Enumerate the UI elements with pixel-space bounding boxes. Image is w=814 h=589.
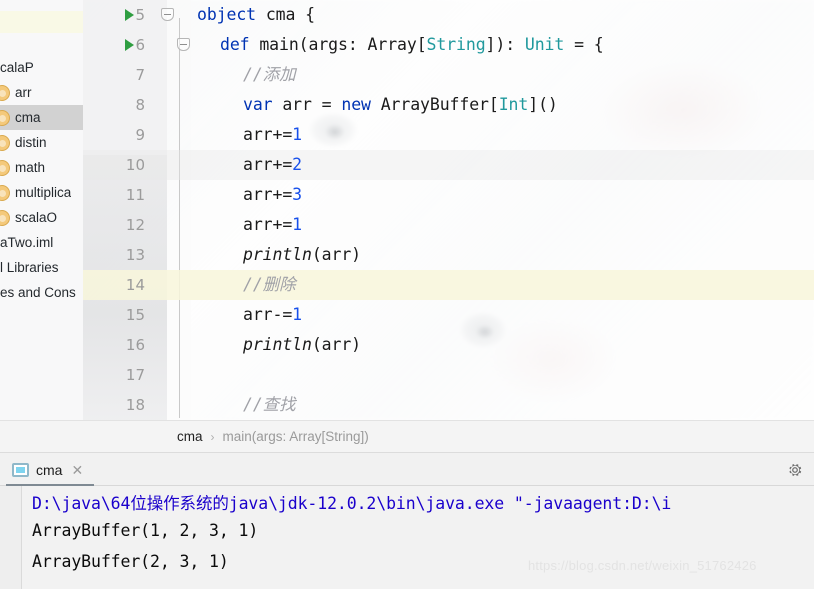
console-command-line: D:\java\64位操作系统的java\jdk-12.0.2\bin\java… [32,494,672,513]
sidebar-item-label: math [15,160,46,175]
breadcrumb-left-padding [0,420,83,453]
code-text: object cma { [197,5,316,24]
line-number: 6 [135,36,145,54]
editor-area[interactable]: 5 object cma { 6 def main(args: Array[Strin… [83,0,814,420]
line-number: 12 [125,216,145,234]
sidebar-item-label: es and Cons [0,285,76,300]
idea-window: calaP arr cma distin math multiplica scalaO aTw… [0,0,814,589]
code-line[interactable]: 14 //删除 [83,270,814,300]
sidebar-item-calap[interactable]: calaP [0,55,83,80]
run-tab-label: cma [36,461,63,478]
code-line[interactable]: 9 arr+=1 [83,120,814,150]
code-line[interactable]: 16 println(arr) [83,330,814,360]
code-line[interactable]: 11 arr+=3 [83,180,814,210]
close-icon[interactable]: ✕ [71,463,83,477]
console-output[interactable]: D:\java\64位操作系统的java\jdk-12.0.2\bin\java… [22,486,814,589]
run-tab-cma[interactable]: cma ✕ [8,453,93,486]
run-tab-strip: cma ✕ [0,453,814,486]
scala-object-icon [0,109,10,126]
code-line[interactable]: 8 var arr = new ArrayBuffer[Int]() [83,90,814,120]
run-gutter-icon[interactable] [125,9,134,21]
code-line[interactable]: 15 arr-=1 [83,300,814,330]
console-output-line: ArrayBuffer(1, 2, 3, 1) [32,521,259,540]
breadcrumb-object[interactable]: cma [177,429,203,444]
code-text: println(arr) [243,335,362,354]
code-text: var arr = new ArrayBuffer[Int]() [243,95,558,114]
gear-icon[interactable] [786,461,804,479]
sidebar-item-atwo-iml[interactable]: aTwo.iml [0,230,83,255]
line-number: 8 [135,96,145,114]
console-output-line: ArrayBuffer(2, 3, 1) [32,552,229,571]
sidebar-item-multiplica[interactable]: multiplica [0,180,83,205]
sidebar-item-label: arr [15,85,32,100]
scala-object-icon [0,159,10,176]
chevron-right-icon: › [210,429,215,444]
code-text: //查找 [243,395,296,414]
code-line[interactable]: 17 [83,360,814,390]
run-window-left-toolbar[interactable] [0,486,22,589]
code-text: arr+=3 [243,185,303,204]
code-text: //删除 [243,275,296,294]
sidebar-item-label: aTwo.iml [0,235,54,250]
code-text: arr+=1 [243,125,303,144]
scala-object-icon [0,184,10,201]
run-configuration-icon [12,462,29,477]
sidebar-item-label: multiplica [15,185,72,200]
sidebar-item-label: cma [15,110,41,125]
line-number: 16 [125,336,145,354]
code-line[interactable]: 13 println(arr) [83,240,814,270]
code-line[interactable]: 18 //查找 [83,390,814,420]
code-text: def main(args: Array[String]): Unit = { [220,35,604,54]
code-text: arr-=1 [243,305,303,324]
sidebar-item-label: l Libraries [0,260,59,275]
line-number: 18 [125,396,145,414]
line-number: 13 [125,246,145,264]
sidebar-item-l-libraries[interactable]: l Libraries [0,255,83,280]
line-number: 10 [125,156,145,174]
code-text: arr+=2 [243,155,303,174]
scala-object-icon [0,84,10,101]
fold-collapse-icon[interactable] [177,38,190,51]
sidebar-item-scalao[interactable]: scalaO [0,205,83,230]
sidebar-item-label: distin [15,135,47,150]
sidebar-item-arr[interactable]: arr [0,80,83,105]
line-number: 7 [135,66,145,84]
sidebar-item-label: scalaO [15,210,58,225]
fold-collapse-icon[interactable] [161,8,174,21]
code-line[interactable]: 12 arr+=1 [83,210,814,240]
scala-object-icon [0,209,10,226]
watermark-text: https://blog.csdn.net/weixin_51762426 [528,558,757,573]
sidebar-item-es-and-cons[interactable]: es and Cons [0,280,83,305]
run-gutter-icon[interactable] [125,39,134,51]
breadcrumb[interactable]: cma › main(args: Array[String]) [83,420,814,453]
sidebar-item-label: calaP [0,60,34,75]
code-text: println(arr) [243,245,362,264]
line-number: 14 [125,276,145,294]
line-number: 5 [135,6,145,24]
line-number: 11 [125,186,145,204]
project-sidebar[interactable]: calaP arr cma distin math multiplica scalaO aTw… [0,0,83,436]
code-line[interactable]: 6 def main(args: Array[String]): Unit = { [83,30,814,60]
line-number: 9 [135,126,145,144]
code-line[interactable]: 10 arr+=2 [83,150,814,180]
code-line[interactable]: 7 //添加 [83,60,814,90]
project-tree-list[interactable]: calaP arr cma distin math multiplica scalaO aTw… [0,55,83,305]
breadcrumb-method[interactable]: main(args: Array[String]) [223,429,369,444]
code-lines[interactable]: 5 object cma { 6 def main(args: Array[Strin… [83,0,814,420]
sidebar-item-distin[interactable]: distin [0,130,83,155]
sidebar-item-cma[interactable]: cma [0,105,83,130]
code-text: arr+=1 [243,215,303,234]
line-number: 17 [125,366,145,384]
sidebar-top-highlight-band [0,11,83,33]
line-number: 15 [125,306,145,324]
scala-object-icon [0,134,10,151]
code-text: //添加 [243,65,296,84]
sidebar-item-math[interactable]: math [0,155,83,180]
code-line[interactable]: 5 object cma { [83,0,814,30]
